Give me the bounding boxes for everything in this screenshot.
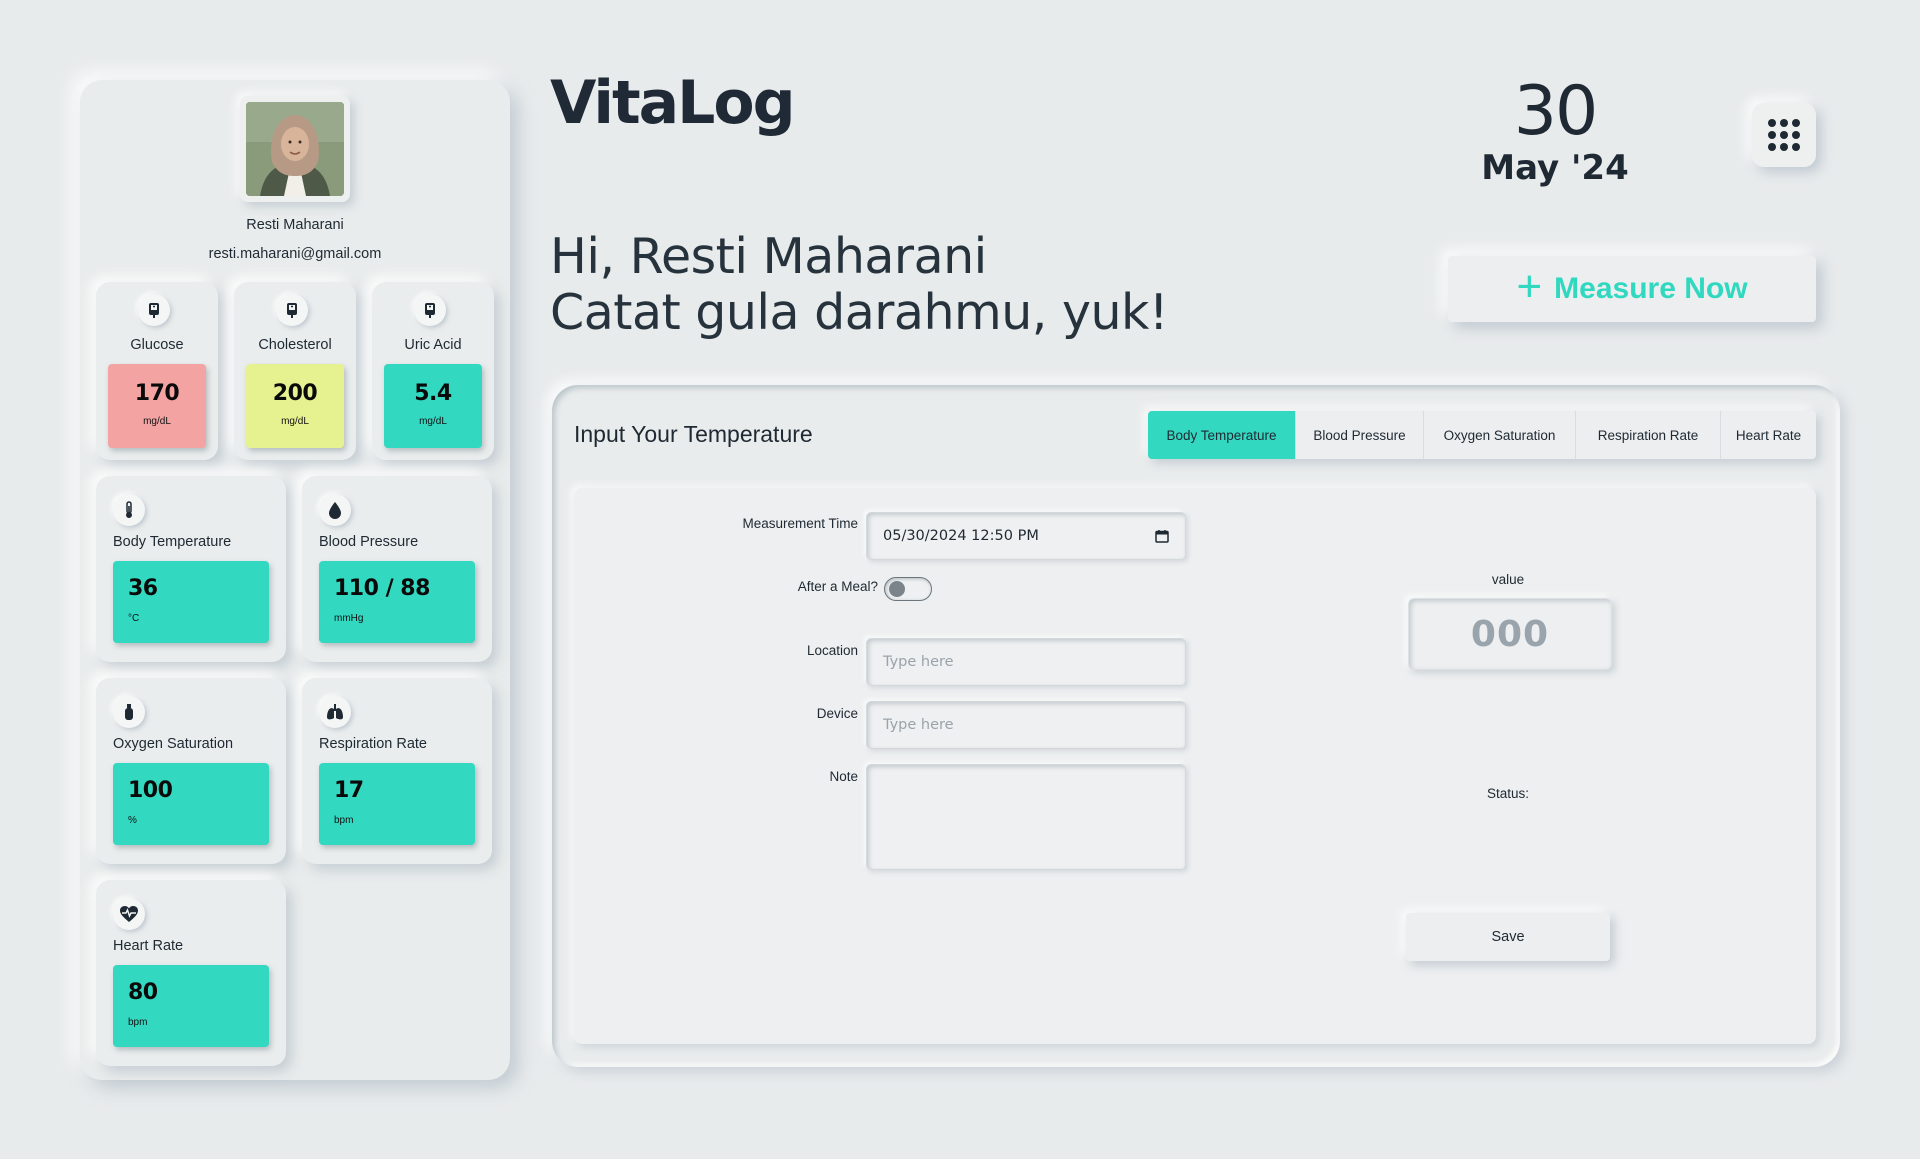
blood-bag-icon: [414, 294, 446, 326]
grid-dot-icon: [1768, 131, 1776, 139]
user-name: Resti Maharani: [246, 217, 344, 233]
body-temperature-unit: °C: [128, 613, 140, 624]
tab-oxygen-saturation[interactable]: Oxygen Saturation: [1424, 411, 1576, 459]
cholesterol-label: Cholesterol: [258, 337, 332, 353]
blood-pressure-unit: mmHg: [334, 613, 364, 624]
measure-now-button[interactable]: + Measure Now: [1448, 256, 1816, 322]
blood-pressure-label: Blood Pressure: [319, 534, 419, 550]
blood-pressure-value-box: 110 / 88 mmHg: [319, 561, 475, 643]
body-temperature-card[interactable]: Body Temperature 36 °C: [96, 476, 286, 662]
after-meal-toggle[interactable]: [884, 577, 932, 601]
device-input[interactable]: [866, 701, 1186, 749]
body-temperature-value-box: 36 °C: [113, 561, 269, 643]
heart-rate-unit: bpm: [128, 1017, 148, 1028]
value-input[interactable]: 000: [1408, 598, 1612, 670]
note-label: Note: [829, 769, 858, 784]
location-label: Location: [806, 643, 858, 658]
grid-dot-icon: [1768, 119, 1776, 127]
grid-dot-icon: [1780, 131, 1788, 139]
grid-dot-icon: [1768, 143, 1776, 151]
blood-bag-icon: [138, 294, 170, 326]
plus-icon: +: [1516, 262, 1543, 311]
heart-rate-value: 80: [128, 980, 158, 1005]
greeting-subtitle: Catat gula darahmu, yuk!: [550, 284, 1169, 341]
oxygen-saturation-value-box: 100 %: [113, 763, 269, 845]
cholesterol-value: 200: [272, 381, 318, 406]
glucose-value: 170: [134, 381, 180, 406]
panel-title: Input Your Temperature: [574, 421, 813, 447]
oxygen-saturation-label: Oxygen Saturation: [113, 736, 234, 752]
respiration-rate-unit: bpm: [334, 815, 354, 826]
measurement-form: Measurement Time 05/30/2024 12:50 PM Aft…: [574, 488, 1816, 1044]
body-temperature-value: 36: [128, 576, 158, 601]
blood-pressure-card[interactable]: Blood Pressure 110 / 88 mmHg: [302, 476, 492, 662]
location-input[interactable]: [866, 638, 1186, 686]
cholesterol-card[interactable]: Cholesterol 200 mg/dL: [234, 282, 356, 460]
grid-dot-icon: [1780, 143, 1788, 151]
glucose-label: Glucose: [130, 337, 184, 353]
uric-acid-value: 5.4: [414, 381, 452, 406]
date-day: 30: [1513, 72, 1599, 151]
grid-dot-icon: [1792, 143, 1800, 151]
profile-sidebar: Resti Maharani resti.maharani@gmail.com …: [80, 80, 510, 1080]
oxygen-saturation-value: 100: [128, 778, 173, 803]
calendar-icon[interactable]: [1155, 529, 1169, 543]
after-meal-label: After a Meal?: [797, 579, 878, 594]
measure-now-label: Measure Now: [1554, 272, 1748, 305]
tab-blood-pressure[interactable]: Blood Pressure: [1296, 411, 1424, 459]
blood-pressure-value: 110 / 88: [334, 576, 430, 601]
tab-respiration-rate[interactable]: Respiration Rate: [1576, 411, 1721, 459]
heart-rate-value-box: 80 bpm: [113, 965, 269, 1047]
glucose-card[interactable]: Glucose 170 mg/dL: [96, 282, 218, 460]
value-label: value: [1491, 572, 1525, 587]
uric-acid-card[interactable]: Uric Acid 5.4 mg/dL: [372, 282, 494, 460]
date-month-year: May '24: [1481, 148, 1629, 188]
measurement-time-input[interactable]: 05/30/2024 12:50 PM: [866, 512, 1186, 560]
respiration-rate-value: 17: [334, 778, 364, 803]
toggle-knob: [889, 581, 905, 597]
note-textarea[interactable]: [866, 764, 1186, 870]
avatar-image: [246, 102, 344, 196]
grid-dot-icon: [1792, 131, 1800, 139]
thermometer-icon: [113, 494, 145, 526]
lungs-icon: [319, 696, 351, 728]
measurement-tabs: Body Temperature Blood Pressure Oxygen S…: [1148, 411, 1816, 459]
blood-bag-icon: [276, 294, 308, 326]
cholesterol-value-box: 200 mg/dL: [246, 364, 344, 448]
blood-drop-icon: [319, 494, 351, 526]
save-button[interactable]: Save: [1406, 913, 1610, 961]
heart-pulse-icon: [113, 898, 145, 930]
cholesterol-unit: mg/dL: [281, 416, 309, 427]
device-label: Device: [816, 706, 858, 721]
tab-body-temperature[interactable]: Body Temperature: [1148, 411, 1296, 459]
avatar[interactable]: [240, 96, 350, 202]
oxygen-tank-icon: [113, 696, 145, 728]
app-logo[interactable]: VitaLog: [550, 68, 796, 138]
body-temperature-label: Body Temperature: [113, 534, 232, 550]
input-panel: Input Your Temperature Body Temperature …: [552, 385, 1840, 1067]
measurement-time-label: Measurement Time: [742, 516, 858, 531]
user-email: resti.maharani@gmail.com: [208, 246, 382, 262]
respiration-rate-value-box: 17 bpm: [319, 763, 475, 845]
uric-acid-unit: mg/dL: [419, 416, 447, 427]
heart-rate-card[interactable]: Heart Rate 80 bpm: [96, 880, 286, 1066]
grid-dot-icon: [1780, 119, 1788, 127]
measurement-time-value: 05/30/2024 12:50 PM: [883, 528, 1039, 544]
grid-dot-icon: [1792, 119, 1800, 127]
tab-heart-rate[interactable]: Heart Rate: [1721, 411, 1816, 459]
apps-menu-button[interactable]: [1752, 103, 1816, 167]
glucose-unit: mg/dL: [143, 416, 171, 427]
respiration-rate-label: Respiration Rate: [319, 736, 427, 752]
respiration-rate-card[interactable]: Respiration Rate 17 bpm: [302, 678, 492, 864]
heart-rate-label: Heart Rate: [113, 938, 184, 954]
oxygen-saturation-unit: %: [128, 815, 137, 826]
greeting-name: Hi, Resti Maharani: [550, 228, 987, 285]
glucose-value-box: 170 mg/dL: [108, 364, 206, 448]
uric-acid-value-box: 5.4 mg/dL: [384, 364, 482, 448]
uric-acid-label: Uric Acid: [404, 337, 462, 353]
status-label: Status:: [1486, 786, 1530, 801]
oxygen-saturation-card[interactable]: Oxygen Saturation 100 %: [96, 678, 286, 864]
